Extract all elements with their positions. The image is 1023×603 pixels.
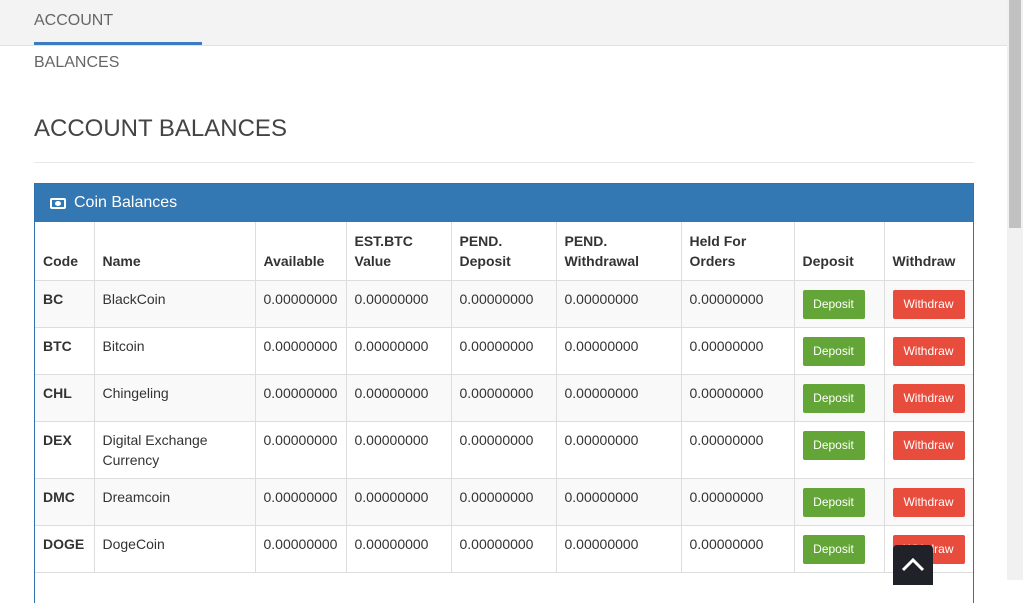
cell-pending-withdrawal: 0.00000000 xyxy=(555,525,682,573)
deposit-button[interactable]: Deposit xyxy=(802,488,865,517)
cell-pending-deposit: 0.00000000 xyxy=(450,374,557,422)
table-row: DMC Dreamcoin 0.00000000 0.00000000 0.000000… xyxy=(35,478,973,526)
header-code: Code xyxy=(35,222,95,281)
cell-name: Dreamcoin xyxy=(93,478,256,526)
balances-table: Code Name Available EST.BTC Value PEND. De… xyxy=(35,222,973,573)
title-divider xyxy=(34,162,974,163)
cell-pending-deposit: 0.00000000 xyxy=(450,525,557,573)
header-deposit: Deposit xyxy=(793,222,885,281)
cell-est-btc: 0.00000000 xyxy=(345,374,452,422)
cell-held-for-orders: 0.00000000 xyxy=(680,374,795,422)
cell-est-btc: 0.00000000 xyxy=(345,327,452,375)
table-row: CHL Chingeling 0.00000000 0.00000000 0.00000… xyxy=(35,374,973,422)
cell-pending-withdrawal: 0.00000000 xyxy=(555,374,682,422)
withdraw-button[interactable]: Withdraw xyxy=(892,337,965,366)
coin-balances-panel: Coin Balances Code Name Available EST.BT… xyxy=(34,183,974,603)
withdraw-button[interactable]: Withdraw xyxy=(892,431,965,460)
tab-account-balances[interactable]: ACCOUNT BALANCES xyxy=(34,0,202,71)
cell-withdraw-action: Withdraw xyxy=(883,374,973,422)
deposit-button[interactable]: Deposit xyxy=(802,384,865,413)
table-row: DOGE DogeCoin 0.00000000 0.00000000 0.000000… xyxy=(35,525,973,573)
panel-heading: Coin Balances xyxy=(35,184,973,222)
cell-pending-deposit: 0.00000000 xyxy=(450,327,557,375)
cell-held-for-orders: 0.00000000 xyxy=(680,525,795,573)
cell-name: Bitcoin xyxy=(93,327,256,375)
cell-held-for-orders: 0.00000000 xyxy=(680,327,795,375)
cell-available: 0.00000000 xyxy=(254,478,347,526)
cell-deposit-action: Deposit xyxy=(793,525,885,573)
table-header-row: Code Name Available EST.BTC Value PEND. De… xyxy=(35,222,973,281)
page-title: ACCOUNT BALANCES xyxy=(34,115,287,142)
back-to-top-button[interactable] xyxy=(893,545,933,585)
header-name: Name xyxy=(93,222,256,281)
header-est-btc-value: EST.BTC Value xyxy=(345,222,452,281)
table-row: DEX Digital Exchange Currency 0.00000000 0.… xyxy=(35,421,973,479)
deposit-button[interactable]: Deposit xyxy=(802,337,865,366)
cell-code: DOGE xyxy=(35,525,95,573)
panel-title: Coin Balances xyxy=(74,194,178,211)
cell-deposit-action: Deposit xyxy=(793,327,885,375)
cell-available: 0.00000000 xyxy=(254,327,347,375)
withdraw-button[interactable]: Withdraw xyxy=(892,488,965,517)
cell-available: 0.00000000 xyxy=(254,525,347,573)
cell-name: BlackCoin xyxy=(93,280,256,328)
tab-bar: ACCOUNT BALANCES xyxy=(0,0,1007,71)
cell-pending-withdrawal: 0.00000000 xyxy=(555,478,682,526)
cell-pending-deposit: 0.00000000 xyxy=(450,478,557,526)
withdraw-button[interactable]: Withdraw xyxy=(892,290,965,319)
cell-available: 0.00000000 xyxy=(254,374,347,422)
cell-deposit-action: Deposit xyxy=(793,421,885,479)
cell-deposit-action: Deposit xyxy=(793,478,885,526)
cell-name: DogeCoin xyxy=(93,525,256,573)
cell-withdraw-action: Withdraw xyxy=(883,280,973,328)
cell-pending-deposit: 0.00000000 xyxy=(450,421,557,479)
cell-pending-withdrawal: 0.00000000 xyxy=(555,280,682,328)
cell-withdraw-action: Withdraw xyxy=(883,421,973,479)
cell-name: Digital Exchange Currency xyxy=(93,421,256,479)
table-row: BTC Bitcoin 0.00000000 0.00000000 0.00000000… xyxy=(35,327,973,375)
cell-est-btc: 0.00000000 xyxy=(345,280,452,328)
withdraw-button[interactable]: Withdraw xyxy=(892,384,965,413)
chevron-up-icon xyxy=(901,557,925,572)
cell-pending-withdrawal: 0.00000000 xyxy=(555,421,682,479)
cell-code: DMC xyxy=(35,478,95,526)
cell-code: BTC xyxy=(35,327,95,375)
table-row: BC BlackCoin 0.00000000 0.00000000 0.0000000… xyxy=(35,280,973,328)
cell-pending-withdrawal: 0.00000000 xyxy=(555,327,682,375)
cell-est-btc: 0.00000000 xyxy=(345,478,452,526)
header-pending-withdrawal: PEND. Withdrawal xyxy=(555,222,682,281)
scrollbar-thumb[interactable] xyxy=(1009,0,1021,228)
cell-withdraw-action: Withdraw xyxy=(883,327,973,375)
cell-code: BC xyxy=(35,280,95,328)
cell-withdraw-action: Withdraw xyxy=(883,478,973,526)
cell-held-for-orders: 0.00000000 xyxy=(680,421,795,479)
cell-deposit-action: Deposit xyxy=(793,280,885,328)
cell-est-btc: 0.00000000 xyxy=(345,421,452,479)
header-available: Available xyxy=(254,222,347,281)
cell-available: 0.00000000 xyxy=(254,421,347,479)
deposit-button[interactable]: Deposit xyxy=(802,290,865,319)
header-pending-deposit: PEND. Deposit xyxy=(450,222,557,281)
deposit-button[interactable]: Deposit xyxy=(802,431,865,460)
cell-est-btc: 0.00000000 xyxy=(345,525,452,573)
cell-code: DEX xyxy=(35,421,95,479)
header-held-for-orders: Held For Orders xyxy=(680,222,795,281)
cell-available: 0.00000000 xyxy=(254,280,347,328)
deposit-button[interactable]: Deposit xyxy=(802,535,865,564)
header-withdraw: Withdraw xyxy=(883,222,973,281)
cell-deposit-action: Deposit xyxy=(793,374,885,422)
money-icon xyxy=(50,197,66,209)
cell-name: Chingeling xyxy=(93,374,256,422)
cell-held-for-orders: 0.00000000 xyxy=(680,280,795,328)
cell-pending-deposit: 0.00000000 xyxy=(450,280,557,328)
cell-code: CHL xyxy=(35,374,95,422)
cell-held-for-orders: 0.00000000 xyxy=(680,478,795,526)
